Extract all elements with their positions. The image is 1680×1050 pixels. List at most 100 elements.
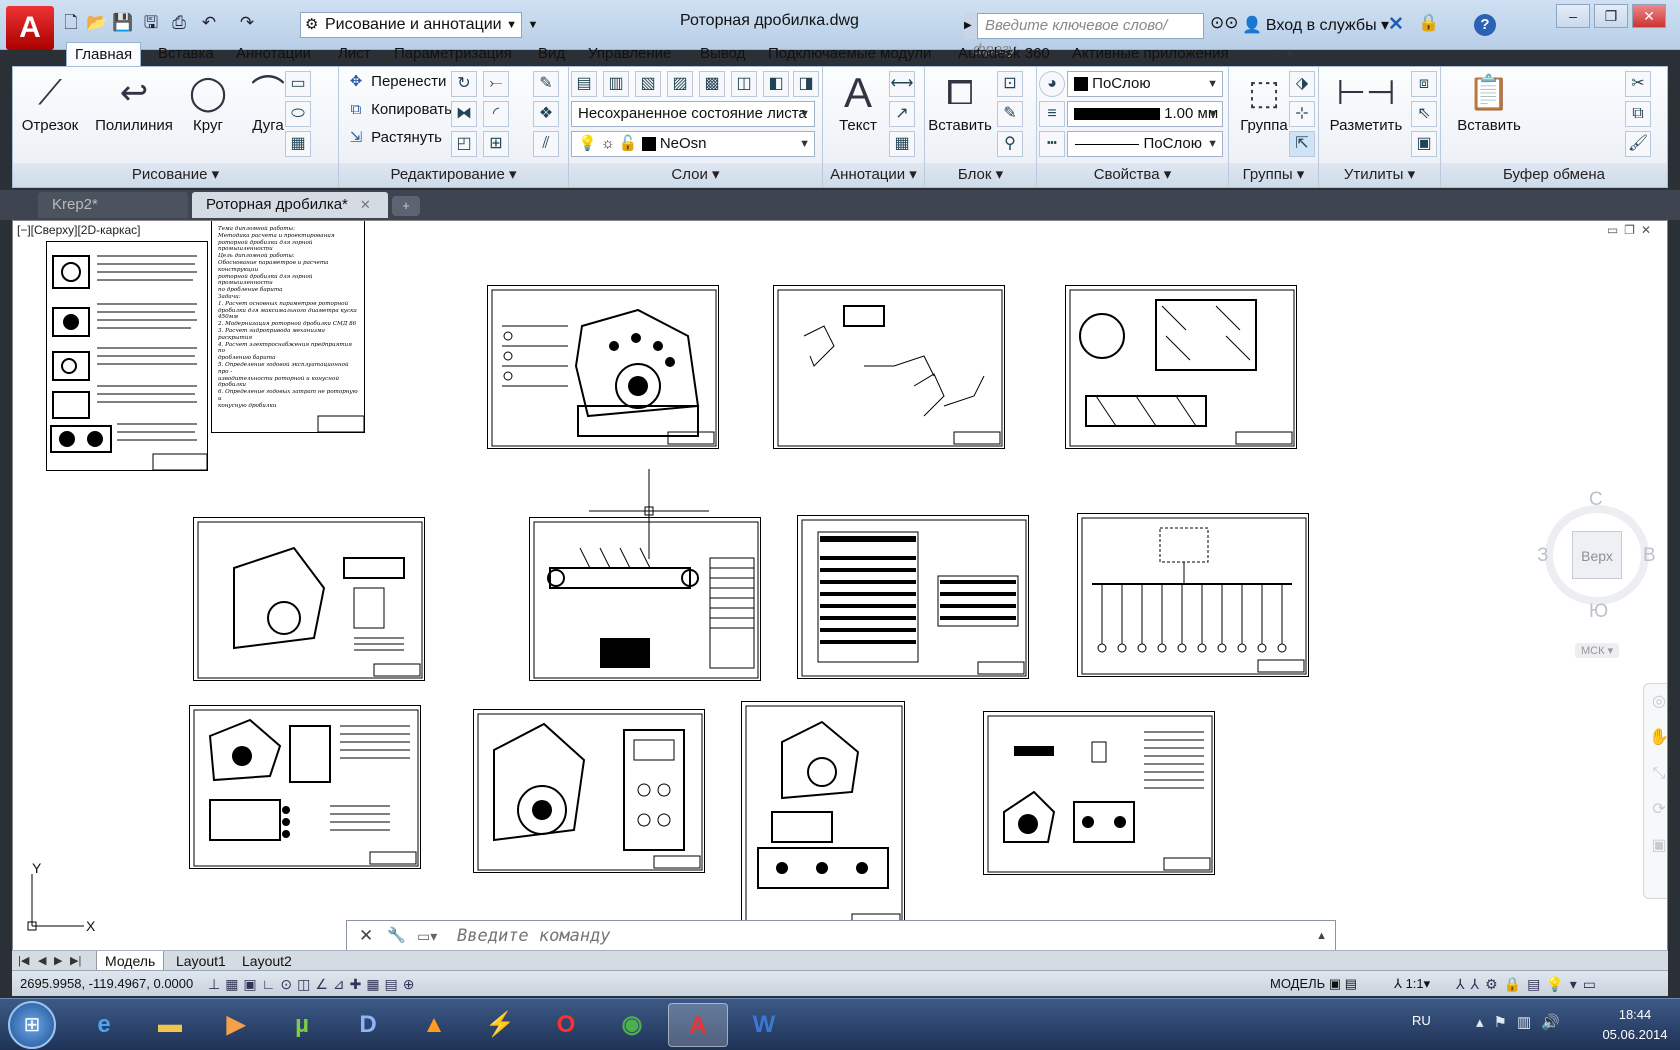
- layer-unisolate-icon[interactable]: ◫: [731, 71, 757, 97]
- print-icon[interactable]: ⎙: [168, 12, 190, 34]
- tab-insert[interactable]: Вставка: [150, 42, 222, 66]
- tab-manage[interactable]: Управление: [580, 42, 679, 66]
- save-as-icon[interactable]: 🖫: [140, 12, 162, 34]
- color-select[interactable]: ПоСлою ▼: [1067, 71, 1223, 97]
- panel-title-utilities[interactable]: Утилиты ▾: [1319, 163, 1440, 187]
- insert-block-button[interactable]: ⧠ Вставить: [925, 69, 995, 134]
- lineweight-icon[interactable]: ≡: [1039, 101, 1065, 127]
- tab-plugins[interactable]: Подключаемые модули: [760, 42, 939, 66]
- stretch-button[interactable]: ⇲ Растянуть: [345, 125, 442, 151]
- subscription-icon[interactable]: 🔒: [1418, 13, 1439, 33]
- redo-icon[interactable]: ↷: [236, 12, 258, 34]
- signin-button[interactable]: 👤 Вход в службы ▾: [1242, 13, 1389, 39]
- tab-parametric[interactable]: Параметризация: [386, 42, 520, 66]
- viewport-controls[interactable]: [−][Сверху][2D-каркас]: [17, 223, 141, 237]
- clock-time[interactable]: 18:44: [1600, 1007, 1670, 1022]
- tab-active-apps[interactable]: Активные приложения: [1064, 42, 1237, 66]
- zoom-extents-icon[interactable]: ⤡: [1644, 756, 1667, 792]
- quick-select-icon[interactable]: ⧈: [1411, 71, 1437, 97]
- chevron-up-icon[interactable]: ▲: [1316, 921, 1327, 951]
- drafting-tools[interactable]: ⊥▦▣∟⊙◫∠⊿✚▦▤⊕: [208, 971, 420, 997]
- drawing-sheet[interactable]: [46, 241, 208, 471]
- tab-layout1[interactable]: Layout1: [168, 951, 234, 971]
- panel-title-draw[interactable]: Рисование ▾: [13, 163, 338, 187]
- fillet-icon[interactable]: ◜: [483, 101, 509, 127]
- erase-icon[interactable]: ✎: [533, 71, 559, 97]
- rectangle-icon[interactable]: ▭: [285, 71, 311, 97]
- group-selection-icon[interactable]: ⇱: [1289, 131, 1315, 157]
- viewport-window-controls[interactable]: ▭❐✕: [1607, 223, 1657, 237]
- layer-match-icon[interactable]: ▧: [635, 71, 661, 97]
- panel-title-modify[interactable]: Редактирование ▾: [339, 163, 568, 187]
- layer-prev-icon[interactable]: ▨: [667, 71, 693, 97]
- panel-title-clipboard[interactable]: Буфер обмена: [1441, 163, 1667, 187]
- drawing-sheet[interactable]: [473, 709, 705, 873]
- viewcube-south[interactable]: Ю: [1589, 601, 1608, 623]
- word-icon[interactable]: W: [734, 1003, 794, 1047]
- drawing-canvas[interactable]: [−][Сверху][2D-каркас] ▭❐✕ Тема дипломно…: [12, 220, 1668, 952]
- drawing-sheet[interactable]: [487, 285, 719, 449]
- drawing-sheet[interactable]: [1065, 285, 1297, 449]
- first-layout-icon[interactable]: |◀: [18, 951, 29, 971]
- minimize-button[interactable]: –: [1556, 4, 1590, 28]
- trim-icon[interactable]: ⤚: [483, 71, 509, 97]
- group-edit-icon[interactable]: ⊹: [1289, 101, 1315, 127]
- paste-button[interactable]: 📋 Вставить: [1449, 69, 1529, 134]
- leader-icon[interactable]: ↗: [889, 101, 915, 127]
- drawing-sheet[interactable]: [1077, 513, 1309, 677]
- select-all-icon[interactable]: ⇖: [1411, 101, 1437, 127]
- panel-title-annotation[interactable]: Аннотации ▾: [823, 163, 924, 187]
- search-input[interactable]: Введите ключевое слово/фразу: [964, 13, 1204, 58]
- start-button[interactable]: ⊞: [8, 1001, 56, 1049]
- annotation-scale[interactable]: ⅄ 1:1▾: [1394, 971, 1430, 997]
- tab-view[interactable]: Вид: [530, 42, 573, 66]
- lineweight-select[interactable]: 1.00 мм ▼: [1067, 101, 1223, 127]
- tab-annotate[interactable]: Аннотации: [228, 42, 319, 66]
- prev-layout-icon[interactable]: ◀: [38, 951, 46, 971]
- drawing-sheet[interactable]: [193, 517, 425, 681]
- viewcube[interactable]: С Ю З В Верх: [1537, 489, 1657, 629]
- viewcube-top-face[interactable]: Верх: [1572, 531, 1622, 579]
- panel-title-block[interactable]: Блок ▾: [925, 163, 1036, 187]
- close-icon[interactable]: ✕: [359, 921, 373, 951]
- new-tab-button[interactable]: +: [392, 196, 420, 216]
- utorrent-icon[interactable]: µ: [272, 1003, 332, 1047]
- status-tray-icons[interactable]: ⅄⅄⚙🔒▤💡▾▭: [1456, 971, 1602, 997]
- array-icon[interactable]: ⊞: [483, 131, 509, 157]
- doc-tab-rotor[interactable]: Роторная дробилка* ✕: [192, 192, 388, 218]
- cut-icon[interactable]: ✂: [1625, 71, 1651, 97]
- scale-icon[interactable]: ◰: [451, 131, 477, 157]
- explode-icon[interactable]: ❖: [533, 101, 559, 127]
- text-button[interactable]: A Текст: [823, 69, 893, 134]
- tab-output[interactable]: Вывод: [692, 42, 753, 66]
- binoculars-icon[interactable]: ⊙⊙: [1210, 13, 1239, 33]
- table-icon[interactable]: ▦: [889, 131, 915, 157]
- maximize-button[interactable]: ❐: [1594, 4, 1628, 28]
- search-expand-icon[interactable]: ▶: [964, 13, 978, 39]
- tab-home[interactable]: Главная: [66, 42, 142, 66]
- viewcube-west[interactable]: З: [1537, 545, 1548, 567]
- drawing-sheet[interactable]: [983, 711, 1215, 875]
- match-properties-icon[interactable]: 🖌: [1625, 131, 1651, 157]
- vlc-icon[interactable]: ▲: [404, 1003, 464, 1047]
- ungroup-icon[interactable]: ⬗: [1289, 71, 1315, 97]
- showmotion-icon[interactable]: ▣: [1644, 828, 1667, 864]
- polyline-button[interactable]: ↩ Полилиния: [89, 69, 179, 134]
- layer-iso-icon[interactable]: ▩: [699, 71, 725, 97]
- layer-off-icon[interactable]: ◧: [763, 71, 789, 97]
- layer-freeze-icon[interactable]: ◨: [793, 71, 819, 97]
- next-layout-icon[interactable]: ▶: [54, 951, 62, 971]
- panel-title-properties[interactable]: Свойства ▾: [1037, 163, 1228, 187]
- drawing-sheet[interactable]: [189, 705, 421, 869]
- drawing-sheet[interactable]: [741, 701, 905, 933]
- help-icon[interactable]: ?: [1474, 14, 1496, 36]
- ucs-menu[interactable]: МСК ▾: [1575, 643, 1620, 658]
- chrome-icon[interactable]: ◉: [602, 1003, 662, 1047]
- close-tab-icon[interactable]: ✕: [360, 197, 371, 212]
- orbit-icon[interactable]: ⟳: [1644, 792, 1667, 828]
- command-prompt-icon[interactable]: ▭▾: [417, 921, 437, 951]
- coordinates-readout[interactable]: 2695.9958, -119.4967, 0.0000: [20, 971, 193, 997]
- viewcube-east[interactable]: В: [1643, 545, 1656, 567]
- save-icon[interactable]: 💾: [112, 12, 134, 34]
- workspace-selector[interactable]: ⚙ Рисование и аннотации ▼: [300, 12, 522, 38]
